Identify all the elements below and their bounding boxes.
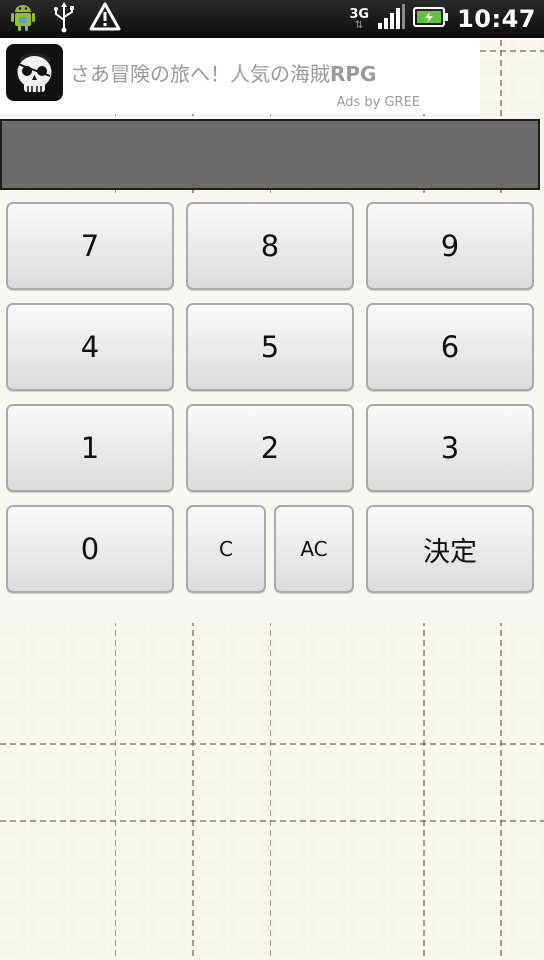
key-5[interactable]: 5 <box>186 303 354 391</box>
key-7[interactable]: 7 <box>6 202 174 290</box>
key-6[interactable]: 6 <box>366 303 534 391</box>
battery-charging-icon <box>413 6 449 32</box>
status-bar: 3G ⇅ 10:47 <box>0 0 544 38</box>
number-display <box>0 119 540 190</box>
ad-headline-main: さあ冒険の旅へ！人気の海賊 <box>70 62 330 86</box>
all-clear-button[interactable]: AC <box>274 505 354 593</box>
ad-credit: Ads by GREE <box>336 95 420 110</box>
data-arrows-icon: ⇅ <box>355 19 364 31</box>
key-4[interactable]: 4 <box>6 303 174 391</box>
key-2[interactable]: 2 <box>186 404 354 492</box>
key-3[interactable]: 3 <box>366 404 534 492</box>
network-type-indicator: 3G ⇅ <box>349 8 369 31</box>
pirate-skull-icon <box>6 44 63 101</box>
signal-icon <box>377 4 406 34</box>
ad-headline: さあ冒険の旅へ！人気の海賊RPG <box>70 58 376 87</box>
key-9[interactable]: 9 <box>366 202 534 290</box>
keypad: 7 8 9 4 5 6 1 2 3 0 C AC 決定 <box>0 193 544 623</box>
ad-banner[interactable]: さあ冒険の旅へ！人気の海賊RPG Ads by GREE <box>0 38 480 114</box>
usb-icon <box>50 0 78 38</box>
clear-button[interactable]: C <box>186 505 266 593</box>
android-icon <box>6 0 40 38</box>
warning-icon <box>88 0 122 38</box>
key-0[interactable]: 0 <box>6 505 174 593</box>
clock: 10:47 <box>457 5 536 33</box>
confirm-button[interactable]: 決定 <box>366 505 534 593</box>
key-8[interactable]: 8 <box>186 202 354 290</box>
key-1[interactable]: 1 <box>6 404 174 492</box>
ad-headline-bold: RPG <box>330 62 377 86</box>
network-type-label: 3G <box>349 6 370 22</box>
